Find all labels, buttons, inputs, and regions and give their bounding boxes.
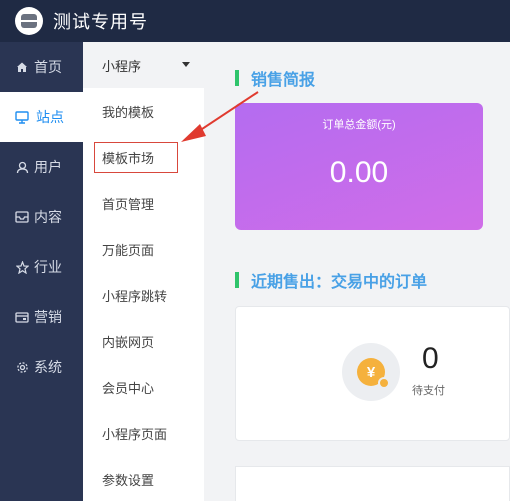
gear-icon — [14, 361, 30, 374]
sidebar-item-marketing[interactable]: 营销 — [0, 292, 83, 342]
section-marker — [235, 70, 239, 86]
sales-section-title-text: 销售简报 — [251, 72, 316, 89]
sidebar-item-label: 首页 — [34, 59, 62, 75]
account-logo-icon — [21, 14, 37, 28]
inbox-icon — [14, 211, 30, 223]
account-avatar[interactable] — [15, 7, 43, 35]
section-marker — [235, 272, 239, 288]
orders-section-title: 近期售出：交易中的订单 — [235, 268, 427, 292]
sales-summary-card: 订单总金额(元) 0.00 — [235, 103, 483, 230]
submenu-header-miniprogram[interactable]: 小程序 — [83, 42, 204, 88]
top-bar: 测试专用号 — [0, 0, 510, 42]
submenu-item-my-templates[interactable]: 我的模板 — [83, 88, 204, 134]
wallet-icon — [14, 311, 30, 323]
order-total-amount: 0.00 — [329, 156, 389, 189]
user-icon — [14, 161, 30, 174]
submenu-item-universal-page[interactable]: 万能页面 — [83, 226, 204, 272]
clock-icon — [378, 377, 390, 389]
sidebar-item-system[interactable]: 系统 — [0, 342, 83, 392]
sidebar-item-home[interactable]: 首页 — [0, 42, 83, 92]
pending-orders-card[interactable]: ¥ — [235, 306, 510, 441]
sidebar-item-label: 用户 — [34, 159, 62, 175]
sidebar-item-site[interactable]: 站点 — [0, 92, 83, 142]
home-icon — [14, 61, 30, 73]
pending-payment-count: 0 — [422, 342, 439, 375]
submenu-item-miniprogram-pages[interactable]: 小程序页面 — [83, 410, 204, 456]
orders-section-title-text: 近期售出：交易中的订单 — [251, 274, 428, 291]
monitor-icon — [14, 110, 30, 124]
sidebar-item-label: 营销 — [34, 309, 62, 325]
submenu-item-home-management[interactable]: 首页管理 — [83, 180, 204, 226]
annotation-highlight-box — [94, 142, 178, 173]
bottom-panel — [235, 466, 510, 501]
yuan-coin-icon: ¥ — [357, 358, 390, 389]
order-total-label: 订单总金额(元) — [322, 119, 396, 131]
account-title: 测试专用号 — [53, 12, 148, 32]
pending-payment-label: 待支付 — [412, 385, 445, 397]
submenu-item-miniprogram-jump[interactable]: 小程序跳转 — [83, 272, 204, 318]
sidebar-item-label: 站点 — [36, 109, 64, 125]
submenu-item-parameter-settings[interactable]: 参数设置 — [83, 456, 204, 501]
primary-sidebar: 首页 站点 用户 内容 行业 营销 系统 — [0, 42, 83, 501]
dashboard-main: 销售简报 订单总金额(元) 0.00 近期售出：交易中的订单 ¥ 0 待支付 — [204, 42, 510, 501]
sidebar-item-industry[interactable]: 行业 — [0, 242, 83, 292]
sales-section-title: 销售简报 — [235, 66, 315, 90]
caret-down-icon — [182, 62, 190, 67]
secondary-menu: 小程序 我的模板 模板市场 首页管理 万能页面 小程序跳转 内嵌网页 会员中心 … — [83, 42, 204, 501]
submenu-item-member-center[interactable]: 会员中心 — [83, 364, 204, 410]
sidebar-item-label: 内容 — [34, 209, 62, 225]
submenu-item-embedded-webpage[interactable]: 内嵌网页 — [83, 318, 204, 364]
coin-symbol: ¥ — [366, 363, 376, 381]
sidebar-item-label: 系统 — [34, 359, 62, 375]
sidebar-item-label: 行业 — [34, 259, 62, 275]
coin-icon-background: ¥ — [342, 343, 400, 401]
submenu-header-label: 小程序 — [102, 58, 142, 74]
sidebar-item-users[interactable]: 用户 — [0, 142, 83, 192]
sidebar-item-content[interactable]: 内容 — [0, 192, 83, 242]
star-icon — [14, 260, 30, 274]
